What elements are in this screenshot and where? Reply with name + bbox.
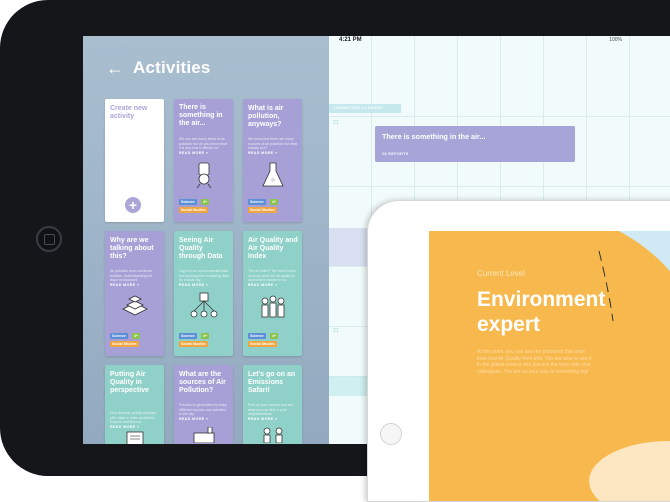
activities-panel: ← Activities Create new activity + There…	[83, 36, 329, 444]
subject-tag: Science	[179, 333, 197, 339]
subject-tag: Social Studies	[179, 207, 208, 213]
level-name: Environment expert	[477, 288, 606, 336]
read-more-link[interactable]: READ MORE »	[248, 151, 277, 155]
activity-card[interactable]: Putting Air Quality in perspective How d…	[105, 365, 164, 444]
subject-tag: Social Studies	[248, 341, 277, 347]
status-time: 4:21 PM	[339, 37, 362, 43]
read-more-link[interactable]: READ MORE »	[110, 425, 139, 429]
factory-illustration-icon	[193, 427, 215, 443]
people-illustration-icon	[263, 427, 283, 443]
grade-tag: 4+	[201, 333, 210, 339]
data-tree-illustration-icon	[190, 292, 218, 318]
ipad-second-device: Current Level Environment expert At this…	[367, 200, 670, 502]
read-more-link[interactable]: READ MORE »	[110, 283, 139, 287]
grade-tag: 4+	[270, 333, 279, 339]
card-description: How does air quality compare with cities…	[110, 411, 157, 424]
card-description: We can see many kinds of air pollution b…	[179, 137, 227, 150]
plus-icon[interactable]: +	[125, 197, 141, 213]
activity-card[interactable]: Let's go on an Emissions Safari! Pick up…	[243, 365, 302, 444]
subject-tag: Science	[248, 199, 266, 205]
grade-tag: 4+	[201, 199, 210, 205]
back-arrow-icon[interactable]: ←	[106, 58, 124, 79]
day-number: 21	[333, 328, 339, 334]
card-description: The air index? The index helps us know w…	[248, 269, 296, 282]
read-more-link[interactable]: READ MORE »	[248, 417, 277, 421]
crowd-illustration-icon	[261, 295, 285, 318]
card-description: Air pollution does not know borders. Und…	[110, 269, 153, 282]
calendar-event-popup[interactable]: There is something in the air... 28 REPO…	[375, 126, 575, 162]
day-number: 21	[333, 120, 339, 126]
create-activity-label: Create new activity	[110, 105, 148, 121]
subject-tag: Science	[179, 199, 197, 205]
page-title: Activities	[133, 58, 211, 77]
event-reports: 28 REPORTS	[382, 152, 409, 156]
read-more-link[interactable]: READ MORE »	[179, 151, 208, 155]
card-description: We know that there are many sources of a…	[248, 137, 298, 150]
subject-tag: Science	[110, 333, 128, 339]
subject-tag: Social Studies	[248, 207, 277, 213]
card-title: Let's go on an Emissions Safari!	[248, 371, 296, 395]
card-title: What is air pollution, anyways?	[248, 105, 284, 129]
card-title: What are the sources of Air Pollution?	[179, 371, 226, 395]
card-description: Pollution is generated by many different…	[179, 403, 227, 416]
home-button[interactable]	[36, 226, 62, 252]
document-illustration-icon	[126, 431, 144, 444]
subject-tag: Social Studies	[110, 341, 139, 347]
grid-line	[329, 186, 670, 187]
read-more-link[interactable]: READ MORE »	[179, 283, 208, 287]
level-description: At this point, you can see the problems …	[477, 349, 592, 375]
card-title: Why are we talking about this?	[110, 237, 154, 261]
activity-card[interactable]: What is air pollution, anyways? We know …	[243, 99, 302, 222]
current-level-label: Current Level	[477, 269, 526, 278]
card-title: There is something in the air...	[179, 104, 223, 128]
activity-card[interactable]: There is something in the air... We can …	[174, 99, 233, 222]
activity-card[interactable]: Seeing Air Quality through Data Log in t…	[174, 231, 233, 356]
subject-tag: Social Studies	[179, 341, 208, 347]
activity-card[interactable]: Air Quality and Air Quality Index The ai…	[243, 231, 302, 356]
flask-illustration-icon	[262, 162, 284, 187]
city-blocks-illustration-icon	[122, 295, 148, 316]
event-title: There is something in the air...	[382, 132, 486, 141]
battery-indicator: 100%	[609, 37, 622, 43]
card-title: Air Quality and Air Quality Index	[248, 237, 298, 261]
home-button[interactable]	[380, 423, 402, 445]
grid-line	[329, 116, 670, 117]
grade-tag: 4+	[270, 199, 279, 205]
card-title: Putting Air Quality in perspective	[110, 371, 149, 395]
activity-card[interactable]: Why are we talking about this? Air pollu…	[105, 231, 164, 356]
read-more-link[interactable]: READ MORE »	[248, 283, 277, 287]
air-sampler-illustration-icon	[196, 162, 212, 189]
subject-tag: Science	[248, 333, 266, 339]
activity-card[interactable]: What are the sources of Air Pollution? P…	[174, 365, 233, 444]
card-description: Pick up your camera and see what you can…	[248, 403, 294, 416]
read-more-link[interactable]: READ MORE »	[179, 417, 208, 421]
calendar-tier-label: CONNECTED CLASSES	[329, 104, 401, 113]
ipad-second-screen: Current Level Environment expert At this…	[429, 231, 670, 501]
card-description: Log in to an environmental data tool and…	[179, 269, 230, 282]
grade-tag: 4+	[132, 333, 141, 339]
create-activity-card[interactable]: Create new activity +	[105, 99, 164, 222]
card-title: Seeing Air Quality through Data	[179, 237, 223, 261]
